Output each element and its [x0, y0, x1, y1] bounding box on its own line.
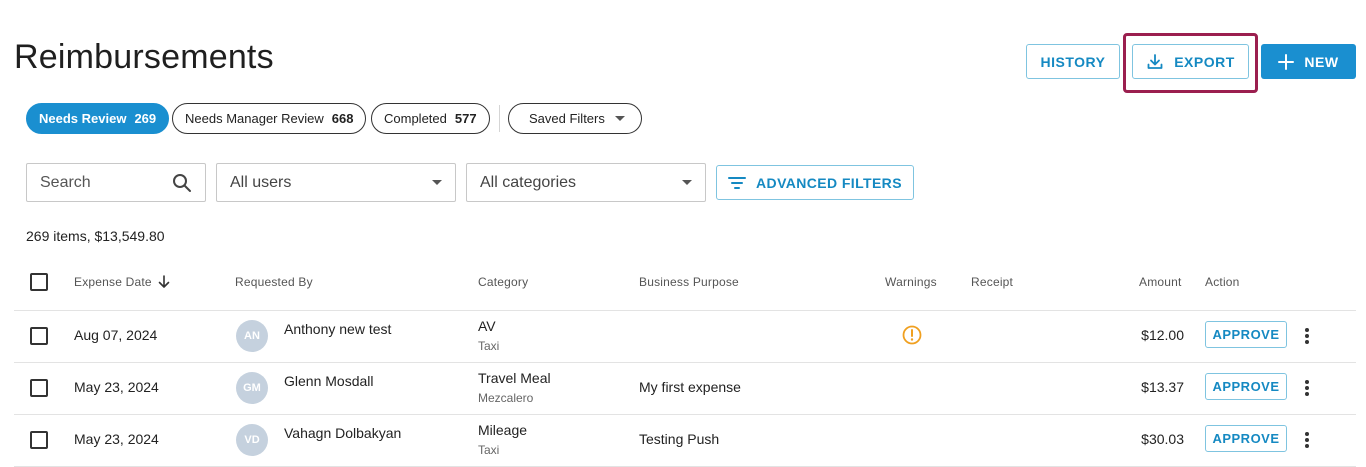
column-header-expense-date[interactable]: Expense Date	[74, 275, 170, 289]
saved-filters-label: Saved Filters	[529, 111, 605, 126]
subcategory-name: Mezcalero	[478, 391, 534, 405]
tab-label: Needs Review	[39, 111, 127, 126]
category-name: AV	[478, 318, 496, 334]
approve-button[interactable]: APPROVE	[1205, 321, 1287, 348]
chevron-down-icon	[682, 180, 692, 185]
row-checkbox[interactable]	[30, 379, 48, 397]
column-header-requested-by: Requested By	[235, 275, 313, 289]
chevron-down-icon	[614, 116, 625, 121]
new-button[interactable]: NEW	[1261, 44, 1356, 79]
tab-count: 668	[331, 111, 354, 126]
download-icon	[1147, 53, 1163, 69]
users-select-value: All users	[230, 173, 292, 191]
row-checkbox[interactable]	[30, 431, 48, 449]
row-divider	[14, 310, 1356, 311]
tab-label: Needs Manager Review	[185, 111, 324, 126]
subcategory-name: Taxi	[478, 339, 500, 353]
category-name: Mileage	[478, 422, 528, 438]
business-purpose: Testing Push	[639, 431, 720, 447]
requester-name: Anthony new test	[284, 321, 392, 337]
tab-count: 269	[134, 111, 157, 126]
approve-button[interactable]: APPROVE	[1205, 425, 1287, 452]
column-header-receipt: Receipt	[971, 275, 1014, 289]
select-all-checkbox[interactable]	[30, 273, 48, 291]
avatar: AN	[236, 320, 268, 352]
tab-count: 577	[454, 111, 477, 126]
tab-needs-review[interactable]: Needs Review 269	[26, 103, 170, 134]
business-purpose: My first expense	[639, 379, 741, 395]
row-checkbox[interactable]	[30, 327, 48, 345]
export-label: EXPORT	[1174, 53, 1235, 70]
page-title: Reimbursements	[14, 38, 274, 76]
more-options-icon[interactable]	[1299, 378, 1315, 398]
column-label: Expense Date	[74, 275, 152, 289]
row-divider	[14, 414, 1356, 415]
categories-select[interactable]: All categories	[466, 163, 706, 202]
more-options-icon[interactable]	[1299, 326, 1315, 346]
saved-filters-dropdown[interactable]: Saved Filters	[508, 103, 642, 134]
tab-completed[interactable]: Completed 577	[371, 103, 490, 134]
advanced-filters-label: ADVANCED FILTERS	[756, 174, 902, 191]
arrow-down-icon	[158, 275, 170, 288]
subcategory-name: Taxi	[478, 443, 500, 457]
amount: $13.37	[1141, 379, 1184, 395]
search-icon	[173, 173, 191, 192]
row-divider	[14, 362, 1356, 363]
tab-needs-manager-review[interactable]: Needs Manager Review 668	[172, 103, 367, 134]
category-name: Travel Meal	[478, 370, 551, 386]
search-input[interactable]: Search	[26, 163, 206, 202]
column-header-warnings: Warnings	[885, 275, 937, 289]
avatar: VD	[236, 424, 268, 456]
expense-date: May 23, 2024	[74, 379, 159, 395]
plus-icon	[1278, 53, 1295, 70]
column-header-amount: Amount	[1139, 275, 1182, 289]
filter-icon	[728, 176, 747, 189]
amount: $30.03	[1141, 431, 1184, 447]
column-header-category: Category	[478, 275, 529, 289]
advanced-filters-button[interactable]: ADVANCED FILTERS	[716, 165, 914, 200]
pill-divider	[499, 105, 500, 132]
column-header-business-purpose: Business Purpose	[639, 275, 739, 289]
history-button[interactable]: HISTORY	[1026, 44, 1120, 79]
approve-button[interactable]: APPROVE	[1205, 373, 1287, 400]
column-header-action: Action	[1205, 275, 1240, 289]
export-button[interactable]: EXPORT	[1132, 44, 1249, 79]
users-select[interactable]: All users	[216, 163, 456, 202]
requester-name: Vahagn Dolbakyan	[284, 425, 402, 441]
avatar: GM	[236, 372, 268, 404]
search-placeholder: Search	[40, 173, 91, 191]
expense-date: Aug 07, 2024	[74, 327, 158, 343]
chevron-down-icon	[432, 180, 442, 185]
new-label: NEW	[1304, 53, 1339, 70]
items-summary: 269 items, $13,549.80	[26, 228, 165, 244]
categories-select-value: All categories	[480, 173, 577, 191]
tab-label: Completed	[384, 111, 447, 126]
warning-icon[interactable]	[902, 325, 922, 345]
more-options-icon[interactable]	[1299, 430, 1315, 450]
requester-name: Glenn Mosdall	[284, 373, 374, 389]
expense-date: May 23, 2024	[74, 431, 159, 447]
amount: $12.00	[1141, 327, 1184, 343]
